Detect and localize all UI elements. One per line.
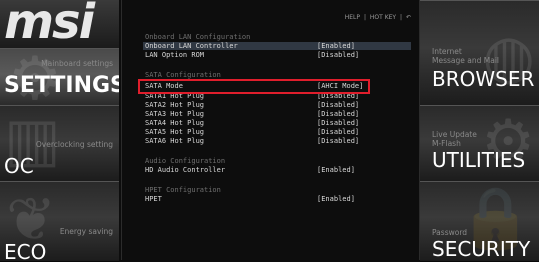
browser-title: BROWSER [432, 67, 535, 91]
msi-logo: msi [0, 0, 119, 50]
section-title-audio: Audio Configuration [145, 157, 226, 165]
setting-row-hd-audio-controller[interactable]: HD Audio Controller [Enabled] [143, 166, 411, 174]
settings-panel: HELP | HOT KEY | ↶ Onboard LAN Configura… [121, 0, 420, 260]
setting-value: [Disabled] [317, 51, 360, 59]
eco-subtitle: Energy saving [59, 227, 113, 236]
section-title-sata: SATA Configuration [145, 71, 221, 79]
topbar-separator-2: | [400, 14, 403, 21]
setting-value: [Disabled] [317, 101, 360, 109]
selection-highlight-box [138, 79, 370, 94]
setting-row-onboard-lan-controller[interactable]: Onboard LAN Controller [Enabled] [143, 42, 411, 50]
browser-subtitle: Internet Message and Mail [432, 47, 499, 65]
topbar-separator-1: | [363, 14, 366, 21]
oc-tile[interactable]: ▥ Overclocking setting OC [0, 105, 119, 182]
setting-row-sata5-hot-plug[interactable]: SATA5 Hot Plug [Disabled] [143, 128, 411, 136]
settings-title: SETTINGS [4, 73, 119, 98]
setting-value: [Disabled] [317, 119, 360, 127]
setting-value: [Disabled] [317, 110, 360, 118]
section-title-lan: Onboard LAN Configuration [145, 33, 251, 41]
setting-value: [Enabled] [317, 166, 355, 174]
eco-tile[interactable]: ❦ Energy saving ECO [0, 181, 119, 262]
back-icon[interactable]: ↶ [406, 14, 411, 21]
setting-row-hpet[interactable]: HPET [Enabled] [143, 195, 411, 203]
security-tile[interactable]: 🔒 Password SECURITY [420, 181, 539, 262]
right-sidebar: ◍ Internet Message and Mail BROWSER ⚙ Li… [420, 0, 539, 262]
setting-row-lan-option-rom[interactable]: LAN Option ROM [Disabled] [143, 51, 411, 59]
setting-label: HD Audio Controller [145, 166, 226, 174]
setting-row-sata4-hot-plug[interactable]: SATA4 Hot Plug [Disabled] [143, 119, 411, 127]
security-title: SECURITY [432, 237, 531, 261]
security-subtitle: Password [432, 228, 468, 237]
setting-value: [Disabled] [317, 137, 360, 145]
logo-text: msi [4, 0, 95, 50]
utilities-tile[interactable]: ⚙ Live Update M-Flash UTILITIES [420, 105, 539, 182]
browser-tile[interactable]: ◍ Internet Message and Mail BROWSER [420, 0, 539, 106]
setting-label: Onboard LAN Controller [145, 42, 238, 50]
setting-label: HPET [145, 195, 162, 203]
oc-title: OC [4, 154, 34, 178]
setting-label: SATA4 Hot Plug [145, 119, 205, 127]
setting-row-sata3-hot-plug[interactable]: SATA3 Hot Plug [Disabled] [143, 110, 411, 118]
setting-row-sata2-hot-plug[interactable]: SATA2 Hot Plug [Disabled] [143, 101, 411, 109]
settings-subtitle: Mainboard settings [41, 59, 113, 68]
hotkey-link[interactable]: HOT KEY [370, 14, 396, 21]
setting-row-sata6-hot-plug[interactable]: SATA6 Hot Plug [Disabled] [143, 137, 411, 145]
setting-label: SATA6 Hot Plug [145, 137, 205, 145]
setting-value: [Enabled] [317, 42, 355, 50]
setting-label: SATA3 Hot Plug [145, 110, 205, 118]
oc-subtitle: Overclocking setting [35, 140, 113, 149]
setting-value: [Disabled] [317, 128, 360, 136]
top-bar: HELP | HOT KEY | ↶ [343, 14, 411, 21]
setting-label: LAN Option ROM [145, 51, 205, 59]
left-sidebar: msi ⚙ Mainboard settings SETTINGS ▥ Over… [0, 0, 119, 262]
setting-value: [Enabled] [317, 195, 355, 203]
eco-title: ECO [4, 240, 47, 262]
help-link[interactable]: HELP [345, 14, 360, 21]
settings-tile[interactable]: ⚙ Mainboard settings SETTINGS [0, 48, 119, 106]
setting-label: SATA5 Hot Plug [145, 128, 205, 136]
section-title-hpet: HPET Configuration [145, 186, 221, 194]
utilities-title: UTILITIES [432, 148, 526, 172]
utilities-subtitle: Live Update M-Flash [432, 130, 477, 148]
setting-label: SATA2 Hot Plug [145, 101, 205, 109]
